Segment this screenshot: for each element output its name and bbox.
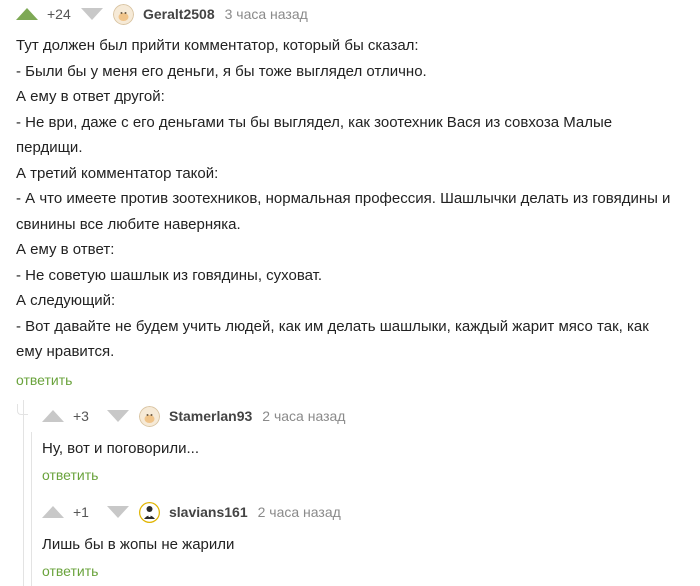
- username[interactable]: Stamerlan93: [169, 408, 252, 424]
- comment-line: - Вот давайте не будем учить людей, как …: [16, 317, 649, 361]
- pikabu-default-avatar-icon: [139, 405, 160, 427]
- comment-line: - Не советую шашлык из говядины, суховат…: [16, 266, 323, 284]
- comment-header: +3 Stamerlan93 2 часа назад: [42, 404, 345, 428]
- avatar[interactable]: [139, 405, 160, 427]
- arrow-down-icon: [107, 410, 129, 422]
- comment-line: А третий комментатор такой:: [16, 164, 219, 182]
- comment-time: 3 часа назад: [224, 6, 308, 22]
- comment-body: Лишь бы в жопы не жарили: [42, 532, 672, 558]
- upvote-button[interactable]: [42, 410, 64, 422]
- comment-line: Ну, вот и поговорили...: [42, 440, 200, 457]
- comment-line: Лишь бы в жопы не жарили: [42, 536, 235, 553]
- upvote-button[interactable]: [16, 8, 38, 20]
- arrow-up-icon: [16, 8, 38, 20]
- upvote-button[interactable]: [42, 506, 64, 518]
- comment-rating: +24: [47, 6, 71, 22]
- downvote-button[interactable]: [107, 410, 129, 422]
- comment-body: Ну, вот и поговорили...: [42, 436, 672, 462]
- arrow-down-icon: [81, 8, 103, 20]
- comment-line: А следующий:: [16, 292, 116, 309]
- arrow-down-icon: [107, 506, 129, 518]
- reply-button[interactable]: ответить: [16, 372, 72, 388]
- comment-header: +24 Geralt2508 3 часа назад: [16, 2, 308, 26]
- reply-button[interactable]: ответить: [42, 467, 98, 483]
- comment-line: Тут должен был прийти комментатор, котор…: [16, 37, 419, 54]
- comment-line: А ему в ответ:: [16, 241, 115, 258]
- comment-rating: +3: [73, 408, 89, 424]
- downvote-button[interactable]: [81, 8, 103, 20]
- arrow-up-icon: [42, 506, 64, 518]
- username[interactable]: Geralt2508: [143, 6, 215, 22]
- comment-body: Тут должен был прийти комментатор, котор…: [16, 33, 676, 365]
- pikabu-default-avatar-icon: [113, 3, 134, 25]
- comment-time: 2 часа назад: [262, 408, 346, 424]
- comment-line: А ему в ответ другой:: [16, 88, 165, 105]
- username[interactable]: slavians161: [169, 504, 248, 520]
- comment-time: 2 часа назад: [257, 504, 341, 520]
- comment-rating: +1: [73, 504, 89, 520]
- thread-line-level1[interactable]: [23, 400, 24, 586]
- comment-header: +1 slavians161 2 часа назад: [42, 500, 341, 524]
- reply-button[interactable]: ответить: [42, 563, 98, 579]
- comment-line: - А что имеете против зоотехников, норма…: [16, 190, 671, 233]
- thread-line-level2[interactable]: [31, 432, 32, 586]
- avatar[interactable]: [113, 3, 134, 25]
- thread-branch: [17, 404, 28, 415]
- comment-line: - Были бы у меня его деньги, я бы тоже в…: [16, 62, 427, 80]
- downvote-button[interactable]: [107, 506, 129, 518]
- comments-section: +24 Geralt2508 3 часа назад Тут должен б…: [0, 0, 700, 586]
- custom-user-avatar-icon: [139, 501, 160, 523]
- comment-line: - Не ври, даже с его деньгами ты бы выгл…: [16, 113, 613, 157]
- avatar[interactable]: [139, 501, 160, 523]
- arrow-up-icon: [42, 410, 64, 422]
